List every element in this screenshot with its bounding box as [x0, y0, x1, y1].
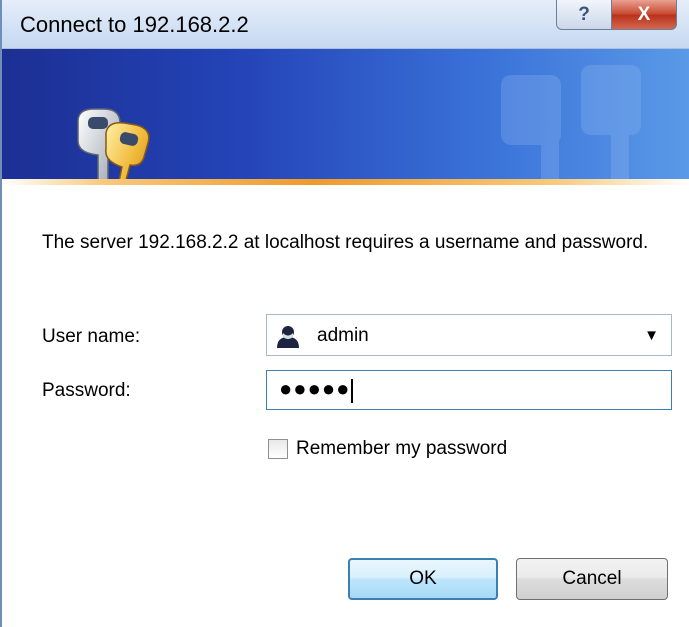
help-icon: ? [578, 3, 590, 25]
user-icon [277, 326, 299, 348]
close-icon: X [637, 3, 651, 25]
password-value: ●●●●● [279, 376, 351, 401]
text-caret [351, 379, 353, 403]
banner-divider [2, 179, 689, 185]
username-label: User name: [42, 326, 141, 347]
cancel-button[interactable]: Cancel [516, 558, 668, 600]
title-bar[interactable]: Connect to 192.168.2.2 ? X [2, 0, 689, 49]
banner [2, 49, 689, 179]
remember-password-label[interactable]: Remember my password [296, 438, 507, 460]
help-button[interactable]: ? [556, 0, 612, 30]
keys-watermark-icon [501, 65, 641, 179]
prompt-message: The server 192.168.2.2 at localhost requ… [42, 232, 649, 253]
window-title: Connect to 192.168.2.2 [20, 12, 249, 37]
keys-icon [77, 108, 150, 179]
ok-button[interactable]: OK [348, 558, 498, 600]
remember-password-option[interactable]: Remember my password [268, 438, 507, 460]
close-button[interactable]: X [611, 0, 677, 30]
password-field[interactable]: ●●●●● [266, 370, 672, 410]
remember-password-checkbox[interactable] [268, 439, 288, 459]
username-value: admin [317, 325, 369, 346]
chevron-down-icon[interactable]: ▼ [644, 327, 659, 344]
password-label: Password: [42, 380, 131, 401]
credentials-dialog: Connect to 192.168.2.2 ? X The server 19… [0, 0, 689, 627]
username-combobox[interactable]: admin ▼ [266, 314, 672, 356]
